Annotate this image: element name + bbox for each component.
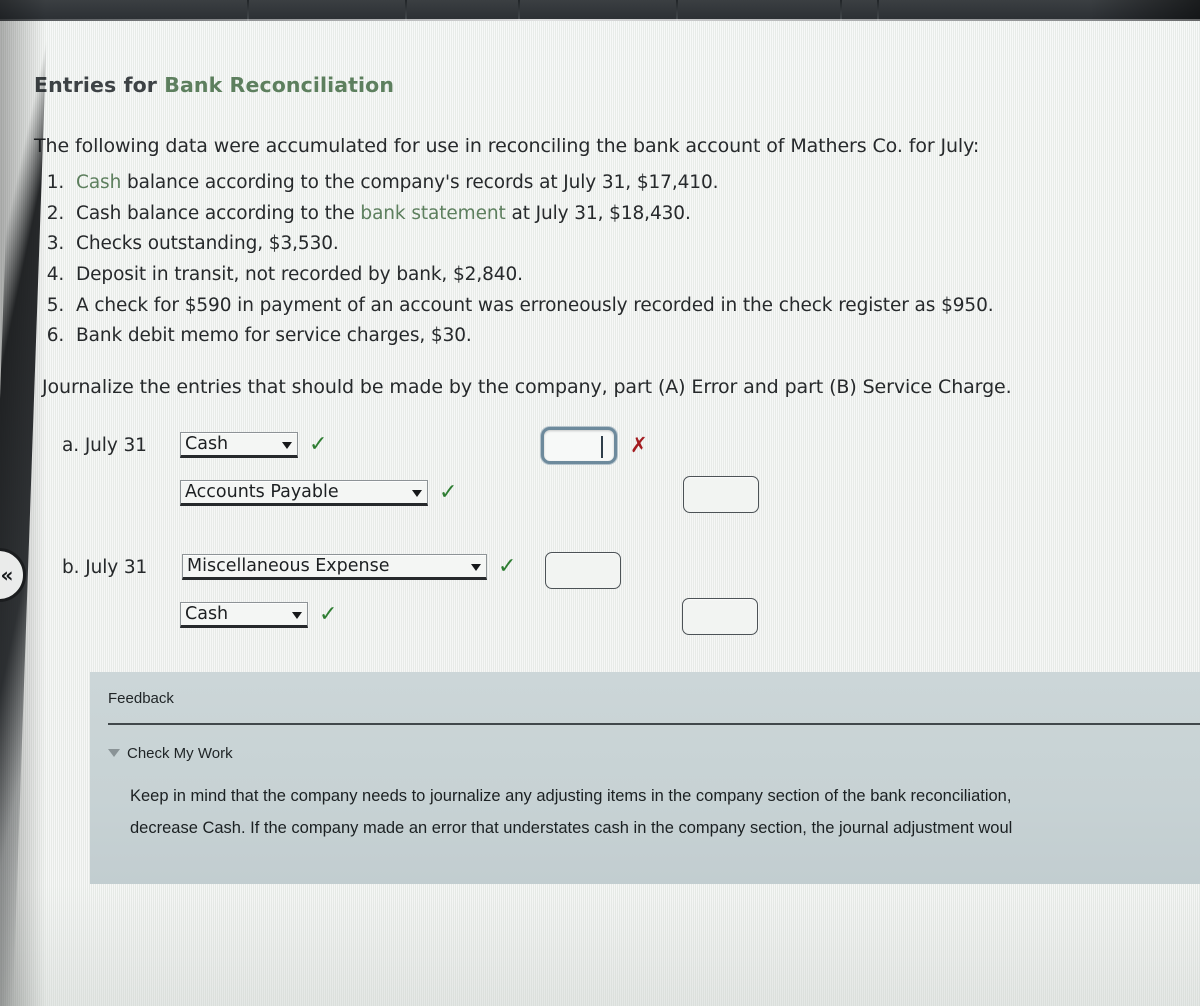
status-correct-icon-b2: ✓ — [319, 602, 338, 628]
feedback-body-line-2: decrease Cash. If the company made an er… — [130, 818, 1013, 837]
entry-letter: b. — [62, 556, 80, 578]
entry-b-letter-date: b. July 31 — [62, 557, 182, 578]
feedback-panel: Feedback Check My Work Keep in mind that… — [90, 672, 1200, 884]
entry-date: July 31 — [84, 434, 147, 456]
screen-photo: Entries for Bank Reconciliation The foll… — [0, 0, 1200, 1006]
intro-paragraph: The following data were accumulated for … — [34, 135, 980, 157]
journal-row-a2: Accounts Payable ✓ — [180, 480, 458, 507]
status-correct-icon-b1: ✓ — [498, 554, 517, 580]
entry-a-letter-date: a. July 31 — [62, 435, 180, 456]
chevron-down-icon — [292, 612, 302, 620]
list-item: A check for $590 in payment of an accoun… — [70, 294, 1200, 318]
entry-letter: a. — [62, 434, 80, 456]
list-item: Cash balance according to the bank state… — [70, 202, 1200, 226]
glossary-link-bank-statement[interactable]: bank statement — [360, 203, 505, 224]
chevron-left-icon: « — [0, 563, 14, 587]
list-item-text-pre: Cash balance according to the — [76, 202, 361, 224]
status-incorrect-icon-a1: ✗ — [630, 433, 648, 458]
account-select-a2-value: Accounts Payable — [185, 482, 339, 503]
check-my-work-toggle[interactable]: Check My Work — [108, 745, 1200, 762]
chevron-down-icon — [471, 564, 481, 572]
glossary-link-cash[interactable]: Cash — [76, 172, 121, 193]
page-title-prefix: Entries for — [34, 73, 165, 97]
feedback-body-line-1: Keep in mind that the company needs to j… — [130, 786, 1012, 805]
page-title-glossary-link[interactable]: Bank Reconciliation — [164, 73, 394, 97]
account-select-a1-value: Cash — [185, 434, 229, 455]
credit-input-a2[interactable] — [683, 476, 759, 514]
browser-tab-strip[interactable] — [0, 0, 1200, 21]
check-my-work-label: Check My Work — [127, 744, 233, 762]
journal-amount-row-b1-debit — [545, 552, 621, 590]
page-title: Entries for Bank Reconciliation — [34, 73, 1200, 97]
text-caret — [600, 436, 603, 459]
list-item: Cash balance according to the company's … — [70, 171, 1200, 195]
list-item: Bank debit memo for service charges, $30… — [70, 324, 1200, 348]
journal-row-b1: b. July 31 Miscellaneous Expense ✓ — [62, 554, 517, 581]
list-item: Checks outstanding, $3,530. — [70, 232, 1200, 256]
credit-input-b2[interactable] — [682, 598, 758, 636]
journal-amount-row-b2-credit — [682, 598, 758, 636]
account-select-b2-value: Cash — [185, 604, 229, 625]
chevron-down-icon — [412, 490, 422, 498]
feedback-divider — [108, 723, 1200, 725]
account-select-b1[interactable]: Miscellaneous Expense — [182, 554, 487, 581]
status-correct-icon-a2: ✓ — [439, 480, 458, 506]
account-select-b2[interactable]: Cash — [180, 602, 308, 629]
journal-amount-row-a1-debit: ✗ — [541, 427, 648, 465]
list-item-text: at July 31, $18,430. — [505, 202, 691, 224]
feedback-title: Feedback — [108, 690, 174, 707]
account-select-b1-value: Miscellaneous Expense — [187, 556, 390, 577]
account-select-a2[interactable]: Accounts Payable — [180, 480, 428, 507]
journalize-instruction: Journalize the entries that should be ma… — [42, 376, 1012, 399]
status-correct-icon-a1: ✓ — [309, 432, 328, 458]
list-item-text: balance according to the company's recor… — [121, 172, 719, 193]
journal-row-a1: a. July 31 Cash ✓ — [62, 432, 328, 459]
entry-date: July 31 — [85, 556, 148, 578]
list-item: Deposit in transit, not recorded by bank… — [70, 263, 1200, 287]
account-select-a1[interactable]: Cash — [180, 432, 298, 459]
journal-row-b2: Cash ✓ — [180, 602, 338, 629]
feedback-body: Keep in mind that the company needs to j… — [130, 780, 1200, 844]
facts-list: Cash balance according to the company's … — [30, 171, 1200, 348]
triangle-down-icon — [108, 749, 120, 758]
chevron-down-icon — [282, 442, 292, 450]
debit-input-a1[interactable] — [541, 427, 617, 465]
journal-amount-row-a2-credit — [683, 476, 759, 514]
journal-entry-form: a. July 31 Cash ✓ ✗ Accounts Payable ✓ b… — [0, 424, 1200, 654]
debit-input-b1[interactable] — [545, 552, 621, 590]
